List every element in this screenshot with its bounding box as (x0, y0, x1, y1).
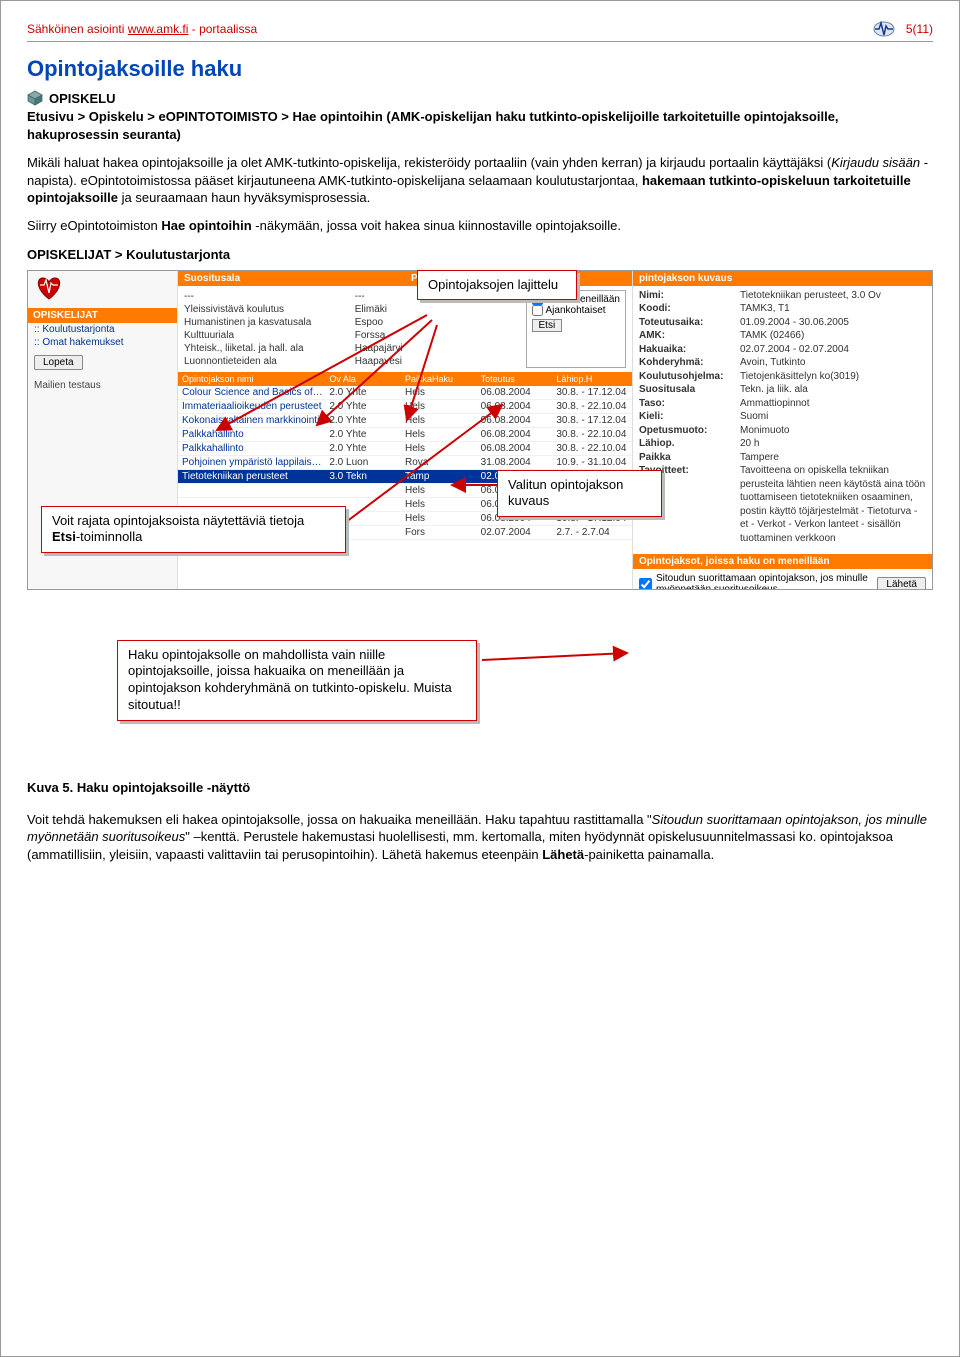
figure-caption: Kuva 5. Haku opintojaksoille -näyttö (27, 780, 933, 795)
para1-a: Mikäli haluat hakea opintojaksoille ja o… (27, 155, 831, 170)
gh-4[interactable]: Lähiop.H (556, 374, 628, 384)
kuvaus-header: pintojakson kuvaus (633, 271, 932, 286)
gh-3[interactable]: Toteutus (481, 374, 553, 384)
kv-row: Koodi:TAMK3, T1 (639, 302, 926, 316)
grid-header-bar: Opintojakson nimi Ov Ala PaikkaHaku Tote… (178, 372, 632, 386)
ml-r3: Forssa (355, 329, 520, 342)
cube-icon (27, 90, 43, 106)
header-prefix: Sähköinen asiointi (27, 22, 128, 36)
laheta-button[interactable]: Lähetä (877, 577, 926, 590)
ml-r5: Haapavesi (355, 355, 520, 368)
table-row[interactable]: Kokonaisvaltainen markkinointi2.0 YhteHe… (178, 414, 632, 428)
mid-list-left[interactable]: --- Yleissivistävä koulutus Humanistinen… (184, 290, 349, 368)
para1-c: ja seuraamaan haun hyväksymisprosessia. (118, 190, 370, 205)
breadcrumb: Etusivu > Opiskelu > eOPINTOTOIMISTO > H… (27, 108, 933, 144)
commit-row: Sitoudun suorittamaan opintojakson, jos … (633, 569, 932, 590)
ml-r1: Elimäki (355, 303, 520, 316)
mid-list-right[interactable]: --- Elimäki Espoo Forssa Haapajärvi Haap… (355, 290, 520, 368)
c2-c: -toiminnolla (76, 529, 142, 544)
kv-row: Hakuaika:02.07.2004 - 02.07.2004 (639, 343, 926, 357)
ml-l5: Luonnontieteiden ala (184, 355, 349, 368)
para2-bold: Hae opintoihin (161, 218, 251, 233)
chk-ajan-input[interactable] (532, 305, 543, 316)
gh-0[interactable]: Opintojakson nimi (182, 374, 325, 384)
gh-1[interactable]: Ov Ala (329, 374, 401, 384)
opiskelu-label: OPISKELU (49, 91, 115, 106)
kv-row: SuositusalaTekn. ja liik. ala (639, 383, 926, 397)
midbar-col1: Suositusala (178, 271, 405, 286)
para3-bold: Lähetä (542, 847, 584, 862)
lopeta-button[interactable]: Lopeta (34, 355, 83, 370)
kv-row: Kieli:Suomi (639, 410, 926, 424)
shot-right: pintojakson kuvaus Nimi:Tietotekniikan p… (632, 271, 932, 589)
commit-header: Opintojaksot, joissa haku on meneillään (633, 554, 932, 569)
table-row[interactable]: Colour Science and Basics of Photo2.0 Yh… (178, 386, 632, 400)
para3-a: Voit tehdä hakemuksen eli hakea opintoja… (27, 812, 652, 827)
chk-ajan-label: Ajankohtaiset (546, 305, 606, 316)
table-row[interactable]: Immateriaalioikeuden perusteet2.0 YhteHe… (178, 400, 632, 414)
paragraph-3: Voit tehdä hakemuksen eli hakea opintoja… (27, 811, 933, 864)
header-link[interactable]: www.amk.fi (128, 22, 189, 36)
c2-b: Etsi (52, 529, 76, 544)
mid-filter-box: Haku meneillään Ajankohtaiset Etsi (526, 290, 627, 368)
opiskelu-heading: OPISKELU (27, 90, 933, 106)
commit-checkbox[interactable] (639, 578, 652, 590)
ml-l0: --- (184, 290, 349, 303)
para1-italic: Kirjaudu sisään (831, 155, 920, 170)
sidebar-header: OPISKELIJAT (28, 308, 177, 323)
para3-c: -painiketta painamalla. (584, 847, 714, 862)
kuvaus-table: Nimi:Tietotekniikan perusteet, 3.0 OvKoo… (633, 286, 932, 549)
kv-row: PaikkaTampere (639, 451, 926, 465)
ml-l3: Kulttuuriala (184, 329, 349, 342)
header-left: Sähköinen asiointi www.amk.fi - portaali… (27, 22, 257, 36)
logo-icon (872, 19, 896, 39)
header-suffix: - portaalissa (188, 22, 257, 36)
heart-icon (34, 275, 64, 301)
para2-a: Siirry eOpintotoimiston (27, 218, 161, 233)
gh-2[interactable]: PaikkaHaku (405, 374, 477, 384)
kv-row: Nimi:Tietotekniikan perusteet, 3.0 Ov (639, 289, 926, 303)
commit-label: Sitoudun suorittamaan opintojakson, jos … (656, 573, 873, 590)
page-title: Opintojaksoille haku (27, 56, 933, 82)
section-header: OPISKELIJAT > Koulutustarjonta (27, 247, 933, 262)
callout-etsi: Voit rajata opintojaksoista näytettäviä … (41, 506, 346, 554)
etsi-button[interactable]: Etsi (532, 319, 563, 332)
sidebar-link-koulutus[interactable]: :: Koulutustarjonta (28, 323, 177, 336)
ml-l1: Yleissivistävä koulutus (184, 303, 349, 316)
ml-l4: Yhteisk., liiketal. ja hall. ala (184, 342, 349, 355)
page-number: 5(11) (906, 22, 933, 36)
mail-test-label: Mailien testaus (28, 376, 177, 395)
kv-row: AMK:TAMK (02466) (639, 329, 926, 343)
page-header: Sähköinen asiointi www.amk.fi - portaali… (27, 19, 933, 42)
kv-row: Taso:Ammattiopinnot (639, 397, 926, 411)
ml-r4: Haapajärvi (355, 342, 520, 355)
c2-a: Voit rajata opintojaksoista näytettäviä … (52, 513, 304, 528)
callout-lajittelu: Opintojaksojen lajittelu (417, 270, 577, 301)
ml-r2: Espoo (355, 316, 520, 329)
chk-ajankohtaiset[interactable]: Ajankohtaiset (532, 305, 621, 316)
para2-b: -näkymään, jossa voit hakea sinua kiinno… (252, 218, 621, 233)
kv-row: Lähiop.20 h (639, 437, 926, 451)
kv-row: Tavoitteet:Tavoitteena on opiskella tekn… (639, 464, 926, 545)
callout-kuvaus: Valitun opintojakson kuvaus (497, 470, 662, 518)
table-row[interactable]: Pohjoinen ympäristö lappilaisuus2.0 Luon… (178, 456, 632, 470)
paragraph-2: Siirry eOpintotoimiston Hae opintoihin -… (27, 217, 933, 235)
kv-row: Kohderyhmä:Avoin, Tutkinto (639, 356, 926, 370)
ml-l2: Humanistinen ja kasvatusala (184, 316, 349, 329)
kv-row: Koulutusohjelma:Tietojenkäsittelyn ko(30… (639, 370, 926, 384)
paragraph-1: Mikäli haluat hakea opintojaksoille ja o… (27, 154, 933, 207)
sidebar-link-omat[interactable]: :: Omat hakemukset (28, 336, 177, 349)
header-right: 5(11) (872, 19, 933, 39)
screenshot-wrapper: OPISKELIJAT :: Koulutustarjonta :: Omat … (27, 270, 933, 590)
kv-row: Opetusmuoto:Monimuoto (639, 424, 926, 438)
table-row[interactable]: Palkkahallinto2.0 YhteHels06.08.200430.8… (178, 428, 632, 442)
table-row[interactable]: Palkkahallinto2.0 YhteHels06.08.200430.8… (178, 442, 632, 456)
kv-row: Toteutusaika:01.09.2004 - 30.06.2005 (639, 316, 926, 330)
callout-haku-mahdollista: Haku opintojaksolle on mahdollista vain … (117, 640, 477, 722)
